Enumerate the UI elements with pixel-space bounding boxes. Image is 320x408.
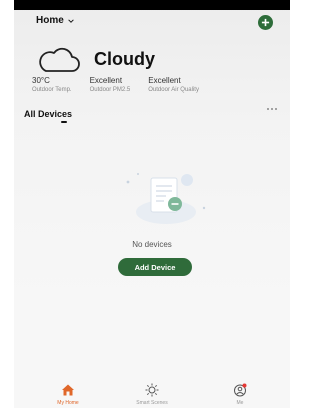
weather-stats: 30°C Outdoor Temp. Excellent Outdoor PM2… (32, 76, 217, 94)
stat-value: Excellent (89, 76, 123, 85)
nav-label: Me (236, 400, 244, 406)
weather-summary: Cloudy (36, 45, 155, 73)
stat-label: Outdoor Temp. (32, 87, 72, 93)
sun-icon (145, 383, 159, 397)
stat-pm25: Excellent Outdoor PM2.5 (90, 76, 131, 94)
home-label: Home (36, 15, 64, 26)
tab-all-devices[interactable]: All Devices (24, 109, 72, 119)
stat-label: Outdoor Air Quality (148, 87, 199, 93)
bottom-nav: My Home Smart Scenes Me (14, 380, 290, 408)
stat-value: Excellent (148, 76, 181, 85)
stat-label: Outdoor PM2.5 (89, 87, 131, 93)
empty-devices-illustration (126, 173, 206, 224)
tab-underline (61, 121, 67, 123)
nav-item-smart-scenes[interactable]: Smart Scenes (122, 380, 182, 406)
stat-temperature: 30°C Outdoor Temp. (32, 76, 72, 94)
stat-value: 30°C (32, 76, 50, 85)
weather-condition: Cloudy (94, 48, 155, 69)
chevron-down-icon (68, 18, 74, 23)
cloud-icon (39, 47, 80, 72)
add-icon[interactable] (258, 15, 273, 30)
empty-message: No devices (132, 240, 172, 249)
add-device-button[interactable]: Add Device (118, 258, 192, 276)
nav-item-my-home[interactable]: My Home (38, 380, 98, 406)
nav-label: My Home (57, 400, 79, 406)
stat-air-quality: Excellent Outdoor Air Quality (148, 76, 199, 94)
profile-icon (234, 383, 247, 397)
nav-item-me[interactable]: Me (210, 380, 270, 406)
more-icon[interactable] (267, 108, 277, 110)
home-selector[interactable]: Home (36, 15, 74, 26)
nav-label: Smart Scenes (136, 400, 168, 406)
status-bar (14, 0, 290, 10)
app-screen: Home Cloudy 30°C Outdoor Temp. Excellent… (14, 0, 290, 408)
home-icon (62, 384, 74, 396)
